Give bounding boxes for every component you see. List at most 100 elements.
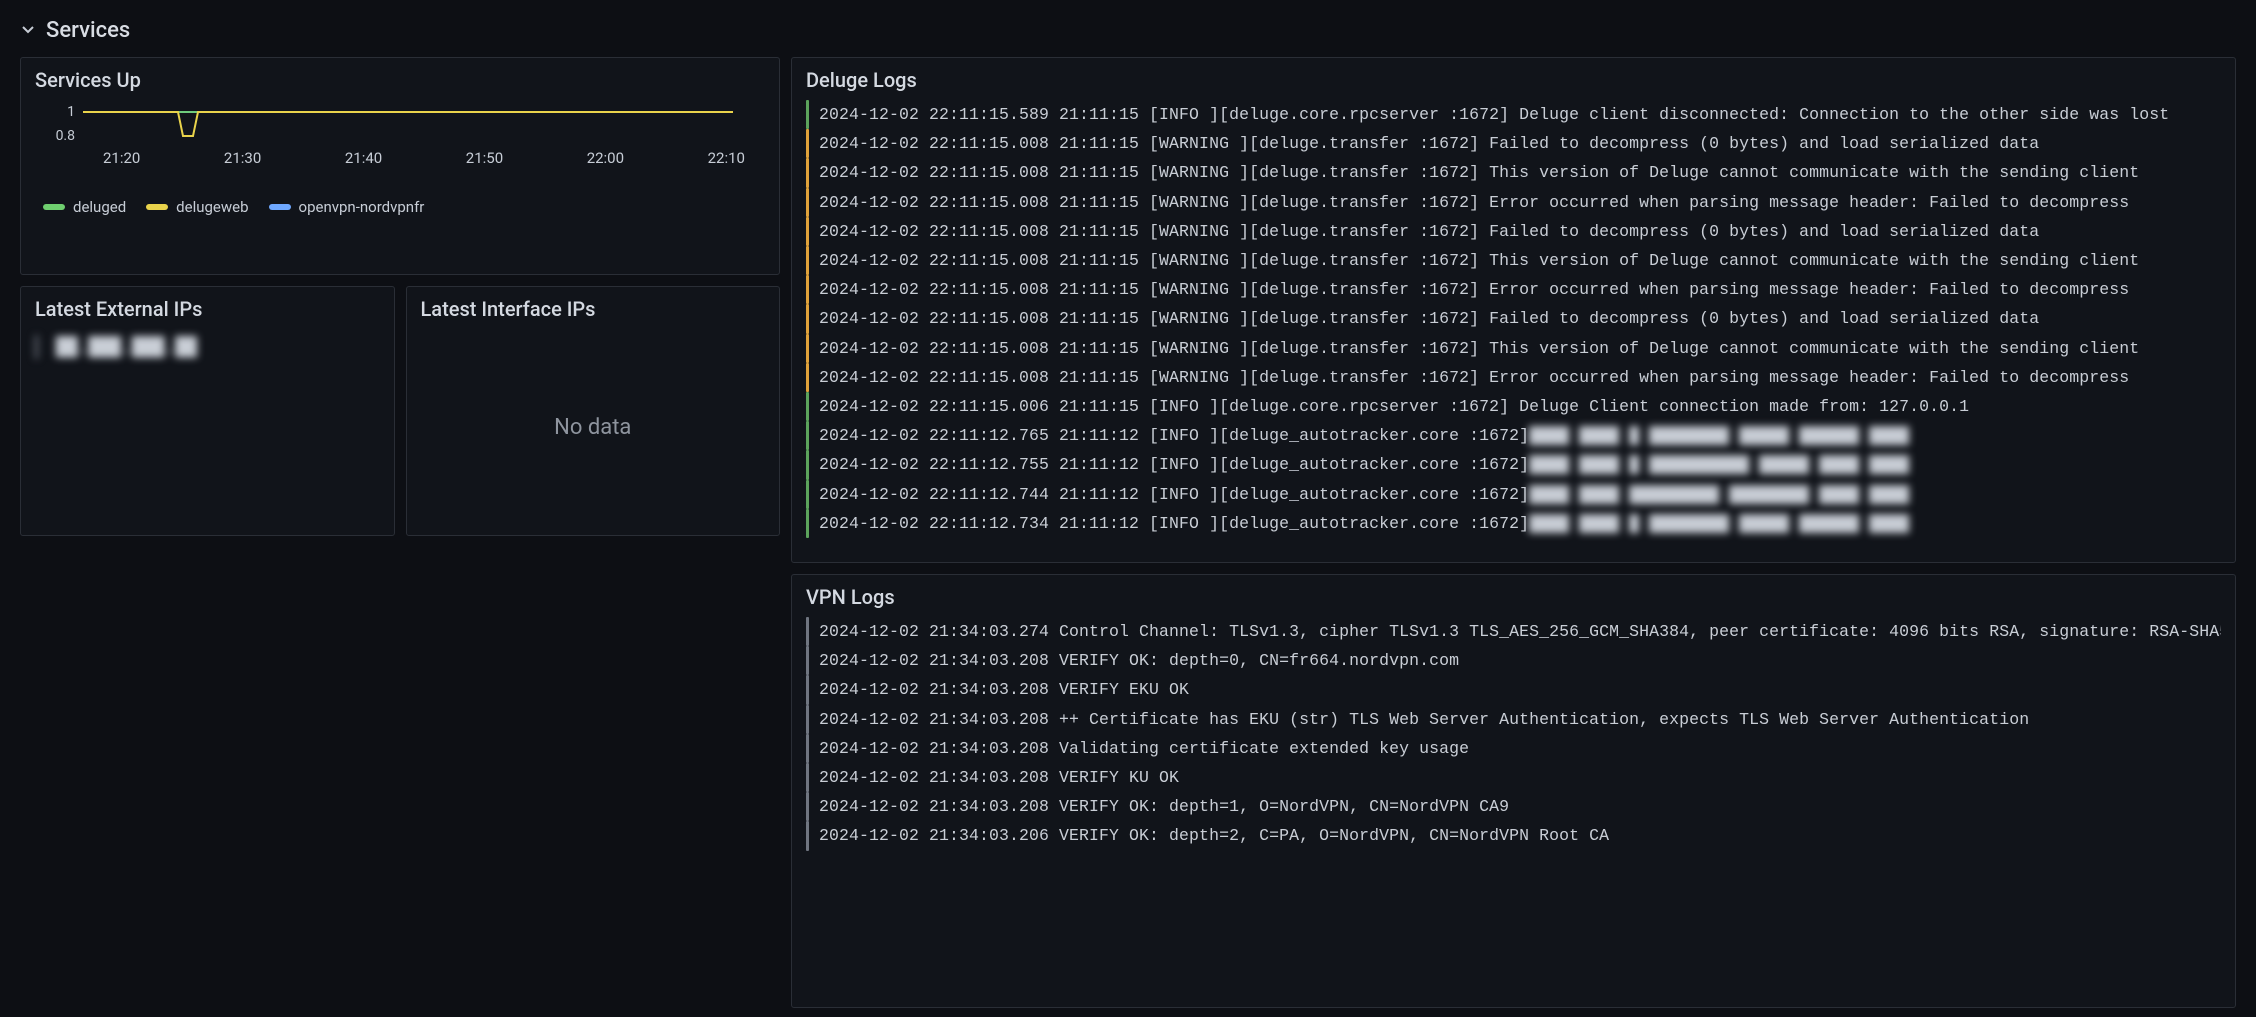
log-masked-tail: ████ ████ █████████ ████████ ████ ████ — [1529, 480, 1909, 509]
interface-ips-panel[interactable]: Latest Interface IPs No data — [406, 286, 781, 536]
log-level-bar — [806, 334, 809, 363]
vpn-log-body[interactable]: 2024-12-02 21:34:03.274 Control Channel:… — [806, 617, 2221, 997]
log-line[interactable]: 2024-12-02 22:11:15.008 21:11:15 [WARNIN… — [806, 363, 2221, 392]
log-line[interactable]: 2024-12-02 22:11:12.744 21:11:12 [INFO ]… — [806, 480, 2221, 509]
log-text: 2024-12-02 22:11:12.744 21:11:12 [INFO ]… — [819, 480, 1529, 509]
log-line[interactable]: 2024-12-02 22:11:15.008 21:11:15 [WARNIN… — [806, 246, 2221, 275]
log-line[interactable]: 2024-12-02 22:11:15.006 21:11:15 [INFO ]… — [806, 392, 2221, 421]
log-level-bar — [806, 421, 809, 450]
log-line[interactable]: 2024-12-02 22:11:15.008 21:11:15 [WARNIN… — [806, 158, 2221, 187]
log-text: 2024-12-02 22:11:12.734 21:11:12 [INFO ]… — [819, 509, 1529, 538]
log-text: 2024-12-02 22:11:15.008 21:11:15 [WARNIN… — [819, 217, 2039, 246]
log-text: 2024-12-02 21:34:03.208 ++ Certificate h… — [819, 705, 2029, 734]
log-masked-tail: ████ ████ █ ████████ █████ ██████ ████ — [1529, 421, 1909, 450]
log-level-bar — [806, 275, 809, 304]
y-axis-ticks: 1 0.8 — [35, 104, 79, 144]
panel-title: VPN Logs — [806, 585, 2221, 609]
external-ip-value: ██.███.███.██ — [35, 329, 380, 359]
log-line[interactable]: 2024-12-02 21:34:03.206 VERIFY OK: depth… — [806, 821, 2221, 850]
external-ips-panel[interactable]: Latest External IPs ██.███.███.██ — [20, 286, 395, 536]
log-level-bar — [806, 363, 809, 392]
log-line[interactable]: 2024-12-02 22:11:15.008 21:11:15 [WARNIN… — [806, 129, 2221, 158]
log-level-bar — [806, 188, 809, 217]
log-text: 2024-12-02 21:34:03.208 VERIFY EKU OK — [819, 675, 1189, 704]
legend-swatch — [269, 204, 291, 210]
log-line[interactable]: 2024-12-02 21:34:03.208 Validating certi… — [806, 734, 2221, 763]
log-line[interactable]: 2024-12-02 21:34:03.208 VERIFY EKU OK — [806, 675, 2221, 704]
log-line[interactable]: 2024-12-02 22:11:12.765 21:11:12 [INFO ]… — [806, 421, 2221, 450]
chart-plot-area — [83, 104, 733, 144]
services-up-panel[interactable]: Services Up 1 0.8 21:20 21:30 21:40 21:5… — [20, 57, 780, 275]
log-text: 2024-12-02 21:34:03.208 VERIFY OK: depth… — [819, 792, 1509, 821]
log-line[interactable]: 2024-12-02 21:34:03.208 VERIFY OK: depth… — [806, 792, 2221, 821]
log-text: 2024-12-02 21:34:03.208 Validating certi… — [819, 734, 1469, 763]
x-axis-ticks: 21:20 21:30 21:40 21:50 22:00 22:10 — [83, 149, 765, 167]
services-up-chart[interactable]: 1 0.8 21:20 21:30 21:40 21:50 22:00 22:1… — [35, 104, 765, 194]
log-line[interactable]: 2024-12-02 21:34:03.274 Control Channel:… — [806, 617, 2221, 646]
log-line[interactable]: 2024-12-02 21:34:03.208 ++ Certificate h… — [806, 705, 2221, 734]
log-text: 2024-12-02 22:11:15.008 21:11:15 [WARNIN… — [819, 275, 2129, 304]
log-level-bar — [806, 158, 809, 187]
log-level-bar — [806, 480, 809, 509]
log-level-bar — [806, 821, 809, 850]
log-masked-tail: ████ ████ █ ██████████ █████ ████ ████ — [1529, 450, 1909, 479]
log-text: 2024-12-02 22:11:12.765 21:11:12 [INFO ]… — [819, 421, 1529, 450]
log-text: 2024-12-02 22:11:12.755 21:11:12 [INFO ]… — [819, 450, 1529, 479]
log-text: 2024-12-02 22:11:15.008 21:11:15 [WARNIN… — [819, 158, 2139, 187]
log-line[interactable]: 2024-12-02 22:11:15.589 21:11:15 [INFO ]… — [806, 100, 2221, 129]
section-header[interactable]: Services — [20, 8, 2236, 57]
panel-title: Latest External IPs — [35, 297, 380, 321]
deluge-logs-panel[interactable]: Deluge Logs 2024-12-02 22:11:15.589 21:1… — [791, 57, 2236, 563]
legend-item-delugeweb[interactable]: delugeweb — [146, 198, 248, 216]
log-line[interactable]: 2024-12-02 21:34:03.208 VERIFY OK: depth… — [806, 646, 2221, 675]
log-text: 2024-12-02 21:34:03.206 VERIFY OK: depth… — [819, 821, 1609, 850]
log-line[interactable]: 2024-12-02 22:11:12.755 21:11:12 [INFO ]… — [806, 450, 2221, 479]
log-level-bar — [806, 100, 809, 129]
log-masked-tail: ████ ████ █ ████████ █████ ██████ ████ — [1529, 509, 1909, 538]
deluge-log-body[interactable]: 2024-12-02 22:11:15.589 21:11:15 [INFO ]… — [806, 100, 2221, 552]
log-level-bar — [806, 705, 809, 734]
log-level-bar — [806, 217, 809, 246]
log-level-bar — [806, 392, 809, 421]
log-text: 2024-12-02 21:34:03.274 Control Channel:… — [819, 617, 2221, 646]
log-level-bar — [806, 509, 809, 538]
log-line[interactable]: 2024-12-02 22:11:15.008 21:11:15 [WARNIN… — [806, 304, 2221, 333]
log-level-bar — [806, 646, 809, 675]
log-level-bar — [806, 675, 809, 704]
log-line[interactable]: 2024-12-02 22:11:12.734 21:11:12 [INFO ]… — [806, 509, 2221, 538]
log-line[interactable]: 2024-12-02 22:11:15.008 21:11:15 [WARNIN… — [806, 217, 2221, 246]
vpn-logs-panel[interactable]: VPN Logs 2024-12-02 21:34:03.274 Control… — [791, 574, 2236, 1008]
legend-swatch — [146, 204, 168, 210]
legend-swatch — [43, 204, 65, 210]
log-line[interactable]: 2024-12-02 22:11:15.008 21:11:15 [WARNIN… — [806, 188, 2221, 217]
log-level-bar — [806, 617, 809, 646]
chart-legend[interactable]: deluged delugeweb openvpn-nordvpnfr — [35, 194, 765, 218]
legend-item-deluged[interactable]: deluged — [43, 198, 126, 216]
chevron-down-icon — [20, 18, 36, 43]
log-text: 2024-12-02 22:11:15.008 21:11:15 [WARNIN… — [819, 188, 2129, 217]
no-data-message: No data — [421, 329, 766, 525]
log-text: 2024-12-02 22:11:15.008 21:11:15 [WARNIN… — [819, 334, 2139, 363]
log-text: 2024-12-02 21:34:03.208 VERIFY OK: depth… — [819, 646, 1459, 675]
log-line[interactable]: 2024-12-02 21:34:03.208 VERIFY KU OK — [806, 763, 2221, 792]
log-text: 2024-12-02 21:34:03.208 VERIFY KU OK — [819, 763, 1179, 792]
log-text: 2024-12-02 22:11:15.589 21:11:15 [INFO ]… — [819, 100, 2169, 129]
panel-title: Latest Interface IPs — [421, 297, 766, 321]
log-level-bar — [806, 734, 809, 763]
log-line[interactable]: 2024-12-02 22:11:15.008 21:11:15 [WARNIN… — [806, 334, 2221, 363]
legend-item-openvpn[interactable]: openvpn-nordvpnfr — [269, 198, 425, 216]
log-text: 2024-12-02 22:11:15.006 21:11:15 [INFO ]… — [819, 392, 1969, 421]
log-level-bar — [806, 246, 809, 275]
panel-title: Services Up — [35, 68, 765, 92]
log-level-bar — [806, 450, 809, 479]
log-level-bar — [806, 792, 809, 821]
section-title: Services — [46, 18, 130, 43]
log-text: 2024-12-02 22:11:15.008 21:11:15 [WARNIN… — [819, 363, 2129, 392]
log-level-bar — [806, 304, 809, 333]
log-line[interactable]: 2024-12-02 22:11:15.008 21:11:15 [WARNIN… — [806, 275, 2221, 304]
log-text: 2024-12-02 22:11:15.008 21:11:15 [WARNIN… — [819, 129, 2039, 158]
log-level-bar — [806, 763, 809, 792]
panel-title: Deluge Logs — [806, 68, 2221, 92]
log-text: 2024-12-02 22:11:15.008 21:11:15 [WARNIN… — [819, 246, 2139, 275]
log-level-bar — [806, 129, 809, 158]
